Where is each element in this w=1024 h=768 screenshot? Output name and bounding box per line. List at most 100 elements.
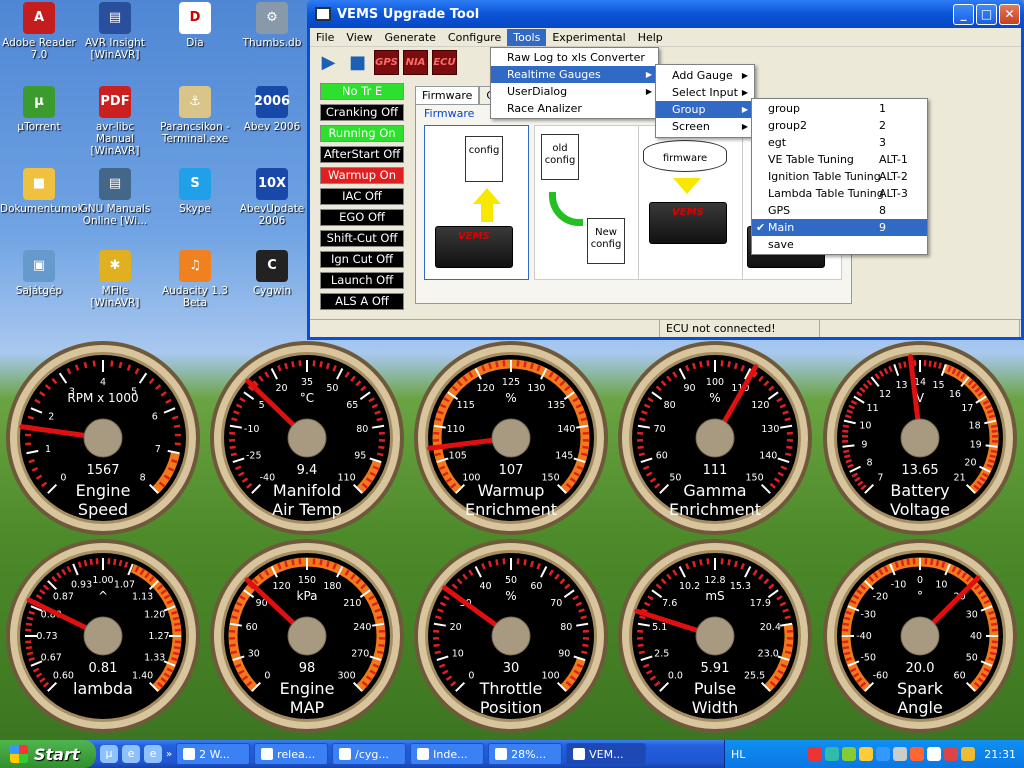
desktop-icon[interactable]: PDF avr-libc Manual [WinAVR]	[76, 86, 154, 157]
menu-help[interactable]: Help	[632, 29, 669, 46]
menu-item-lambda-table-tuning[interactable]: Lambda Table Tuning ALT-3	[752, 185, 927, 202]
gauge-tick-label: -10	[891, 579, 907, 590]
menu-item-group2[interactable]: group2 2	[752, 117, 927, 134]
desktop-icon[interactable]: µ µTorrent	[0, 86, 78, 133]
tab-firmware[interactable]: Firmware	[415, 86, 480, 104]
menu-experimental[interactable]: Experimental	[546, 29, 631, 46]
tray-icon[interactable]	[842, 747, 857, 761]
gauge-title-line2: Air Temp	[272, 500, 342, 519]
menu-item-realtime-gauges[interactable]: Realtime Gauges ▶	[491, 66, 658, 83]
taskbar-button[interactable]: 2 W...	[176, 743, 251, 765]
menu-item-screen[interactable]: Screen ▶	[656, 118, 754, 135]
tray-icon[interactable]	[859, 747, 874, 761]
taskbar-button[interactable]: VEM...	[566, 743, 647, 765]
gauge-spark-angle: -60-50-40-30-20-100102030405060°20.0Spar…	[822, 538, 1018, 734]
desktop-icon[interactable]: ♫ Audacity 1.3 Beta	[156, 250, 234, 309]
gauge-title-line2: Enrichment	[669, 500, 761, 519]
gauge-tick-label: 11	[867, 403, 879, 414]
desktop-icon[interactable]: ▤ AVR Insight [WinAVR]	[76, 2, 154, 61]
menu-item-ve-table-tuning[interactable]: VE Table Tuning ALT-1	[752, 151, 927, 168]
desktop-icon[interactable]: 10X AbevUpdate 2006	[233, 168, 311, 227]
play-icon[interactable]: ▶	[316, 50, 341, 75]
terminal-icon: ⚓	[179, 86, 211, 118]
utorrent-quicklaunch-icon[interactable]: µ	[100, 745, 118, 763]
menu-item-shortcut: ALT-1	[879, 153, 908, 166]
menu-item-race-analizer[interactable]: Race Analizer	[491, 100, 658, 117]
ie-quicklaunch-icon[interactable]: e	[144, 745, 162, 763]
desktop-icon[interactable]: ▤ GNU Manuals Online [Wi...	[76, 168, 154, 227]
menu-item-add-gauge[interactable]: Add Gauge ▶	[656, 67, 754, 84]
tray-icon[interactable]	[944, 747, 959, 761]
desktop-icon[interactable]: ✱ MFile [WinAVR]	[76, 250, 154, 309]
tray-icon[interactable]	[927, 747, 942, 761]
desktop-icon[interactable]: 2006 Abev 2006	[233, 86, 311, 133]
window-titlebar[interactable]: VEMS Upgrade Tool _ □ ✕	[307, 0, 1024, 28]
tray-icon[interactable]	[910, 747, 925, 761]
menu-item-select-input[interactable]: Select Input ▶	[656, 84, 754, 101]
close-button[interactable]: ✕	[999, 3, 1020, 25]
menu-tools[interactable]: Tools	[507, 28, 547, 46]
menu-file[interactable]: File	[310, 29, 340, 46]
desktop-icon[interactable]: ■ Dokumentumok	[0, 168, 84, 215]
menu-configure[interactable]: Configure	[442, 29, 507, 46]
gauge-tick-label: 100	[542, 671, 560, 682]
ecu-icon[interactable]: ECU	[432, 49, 457, 75]
tray-icon[interactable]	[961, 747, 976, 761]
menu-view[interactable]: View	[340, 29, 378, 46]
start-button[interactable]: Start	[0, 740, 96, 768]
task-list: 2 W... relea... /cyg... Inde... 28%... VEM...	[172, 743, 647, 765]
menu-item-gps[interactable]: GPS 8	[752, 202, 927, 219]
desktop-icon[interactable]: A Adobe Reader 7.0	[0, 2, 78, 61]
menu-item-group[interactable]: group 1	[752, 100, 927, 117]
gauge-unit: %	[709, 391, 720, 405]
taskbar-button[interactable]: /cyg...	[332, 743, 407, 765]
desktop-icon[interactable]: ⚙ Thumbs.db	[233, 2, 311, 49]
gauge-tick-label: 140	[759, 450, 777, 461]
gauge-tick-label: 1.13	[132, 591, 153, 602]
menu-item-userdialog[interactable]: UserDialog ▶	[491, 83, 658, 100]
gauge-value: 30	[503, 661, 520, 676]
gauge-tick-label: 6	[152, 412, 158, 423]
clock: 21:31	[984, 747, 1016, 761]
desktop-icon[interactable]: S Skype	[156, 168, 234, 215]
gauge-tick-label: 8	[867, 457, 873, 468]
menu-item-group[interactable]: Group ▶	[656, 101, 754, 118]
taskbar-button[interactable]: Inde...	[410, 743, 485, 765]
gauge-unit: %	[505, 391, 516, 405]
taskbar-button-label: VEM...	[589, 747, 624, 761]
taskbar-button[interactable]: relea...	[254, 743, 329, 765]
menu-item-raw-log-to-xls-converter[interactable]: Raw Log to xls Converter	[491, 49, 658, 66]
tray-icon[interactable]	[876, 747, 891, 761]
tray-icon[interactable]	[893, 747, 908, 761]
menu-generate[interactable]: Generate	[379, 29, 442, 46]
desktop-icon[interactable]: C Cygwin	[233, 250, 311, 297]
menu-item-shortcut: 8	[879, 204, 886, 217]
convert-config-option[interactable]: old config New config	[534, 125, 639, 280]
taskbar-button[interactable]: 28%...	[488, 743, 563, 765]
minimize-button[interactable]: _	[953, 3, 974, 25]
menu-item-ignition-table-tuning[interactable]: Ignition Table Tuning ALT-2	[752, 168, 927, 185]
submenu-arrow-icon: ▶	[645, 87, 652, 96]
gps-icon[interactable]: GPS	[374, 49, 399, 75]
desktop-icon[interactable]: ▣ Sajátgép	[0, 250, 78, 297]
tray-icon[interactable]	[825, 747, 840, 761]
maximize-button[interactable]: □	[976, 3, 997, 25]
tray-icon[interactable]	[808, 747, 823, 761]
gauge-tick-label: 10	[935, 579, 947, 590]
language-indicator[interactable]: HL	[725, 748, 745, 761]
desktop-icon[interactable]: D Dia	[156, 2, 234, 49]
upload-config-option[interactable]: config	[424, 125, 529, 280]
gauge-unit: °	[917, 589, 923, 603]
menu-item-egt[interactable]: egt 3	[752, 134, 927, 151]
menu-item-label: GPS	[768, 204, 791, 217]
gauge-tick-label: 1.20	[144, 610, 165, 621]
upload-firmware-option[interactable]: firmware	[638, 125, 743, 280]
nia-icon[interactable]: NIA	[403, 49, 428, 75]
stop-icon[interactable]: ■	[345, 50, 370, 75]
submenu-arrow-icon: ▶	[741, 105, 748, 114]
old-config-label: old config	[544, 143, 576, 166]
desktop-icon[interactable]: ⚓ Parancsikon - Terminal.exe	[156, 86, 234, 145]
explorer-quicklaunch-icon[interactable]: e	[122, 745, 140, 763]
menu-item-save[interactable]: save	[752, 236, 927, 253]
menu-item-main[interactable]: ✔ Main 9	[752, 219, 927, 236]
